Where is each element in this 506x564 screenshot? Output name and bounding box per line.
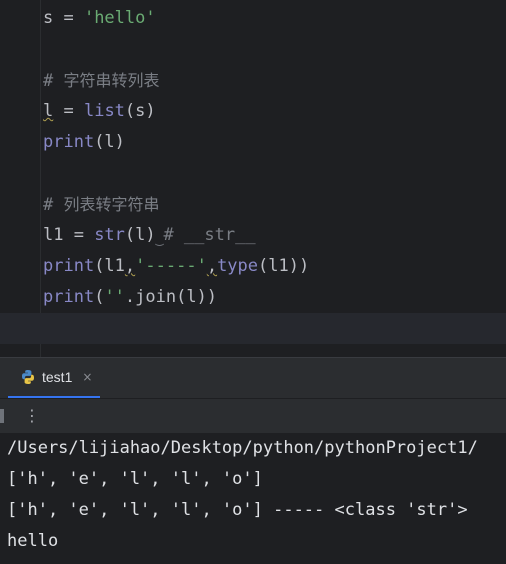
run-toolbar: ⋮: [0, 398, 506, 433]
comma: ,: [206, 256, 218, 276]
code-editor[interactable]: s = 'hello' # 字符串转列表 l = list(s) print(l…: [0, 0, 506, 357]
code-line-1[interactable]: s = 'hello': [43, 3, 156, 34]
tab-label: test1: [42, 369, 73, 385]
code-text: .join(l)): [124, 287, 218, 307]
run-tab-bar: test1 ×: [0, 358, 506, 398]
console-line: ['h', 'e', 'l', 'l', 'o']: [7, 469, 263, 489]
code-text: l1 =: [43, 225, 95, 245]
string-literal: '': [104, 287, 125, 307]
console-line: ['h', 'e', 'l', 'l', 'o'] ----- <class '…: [7, 500, 468, 520]
code-text: s =: [43, 8, 84, 28]
builtin-function: str: [94, 225, 125, 245]
comment-text: 字符串转列表: [63, 71, 160, 90]
inline-comment: # __str__: [163, 225, 256, 245]
builtin-function: print: [43, 132, 95, 152]
comment-text: 列表转字符串: [63, 195, 160, 214]
python-icon: [22, 370, 34, 384]
comment-hash: #: [43, 71, 64, 91]
code-line-8[interactable]: l1 = str(l)‿# __str__: [43, 220, 256, 251]
code-text: =: [53, 101, 84, 121]
code-text: (l1: [94, 256, 125, 276]
code-text: (l): [94, 132, 125, 152]
variable-l: l: [43, 101, 54, 121]
more-options-icon[interactable]: ⋮: [24, 406, 40, 426]
code-line-5[interactable]: print(l): [43, 127, 125, 158]
comma: ,: [124, 256, 136, 276]
builtin-function: print: [43, 287, 95, 307]
gutter-divider: [40, 0, 41, 357]
code-line-9[interactable]: print(l1,'-----',type(l1)): [43, 251, 309, 282]
tab-test1[interactable]: test1 ×: [8, 358, 100, 398]
toolbar-edge-icon[interactable]: [0, 409, 4, 423]
code-line-3[interactable]: # 字符串转列表: [43, 65, 160, 96]
close-icon[interactable]: ×: [82, 370, 92, 384]
builtin-function: list: [83, 101, 125, 121]
comment-hash: #: [43, 195, 64, 215]
run-panel: test1 × ⋮ /Users/lijiahao/Desktop/python…: [0, 357, 506, 564]
builtin-function: type: [217, 256, 259, 276]
code-line-7[interactable]: # 列表转字符串: [43, 189, 160, 220]
console-output[interactable]: /Users/lijiahao/Desktop/python/pythonPro…: [0, 433, 506, 564]
string-literal: 'hello': [83, 8, 156, 28]
code-text: (l1)): [258, 256, 310, 276]
console-line: /Users/lijiahao/Desktop/python/pythonPro…: [7, 438, 478, 458]
code-text: (l): [124, 225, 156, 245]
code-text: (: [94, 287, 105, 307]
current-line-highlight: [0, 313, 506, 344]
code-line-10[interactable]: print(''.join(l)): [43, 282, 217, 313]
code-text: (s): [124, 101, 156, 121]
string-literal: '-----': [135, 256, 207, 276]
code-line-4[interactable]: l = list(s): [43, 96, 156, 127]
builtin-function: print: [43, 256, 95, 276]
console-line: hello: [7, 531, 59, 551]
